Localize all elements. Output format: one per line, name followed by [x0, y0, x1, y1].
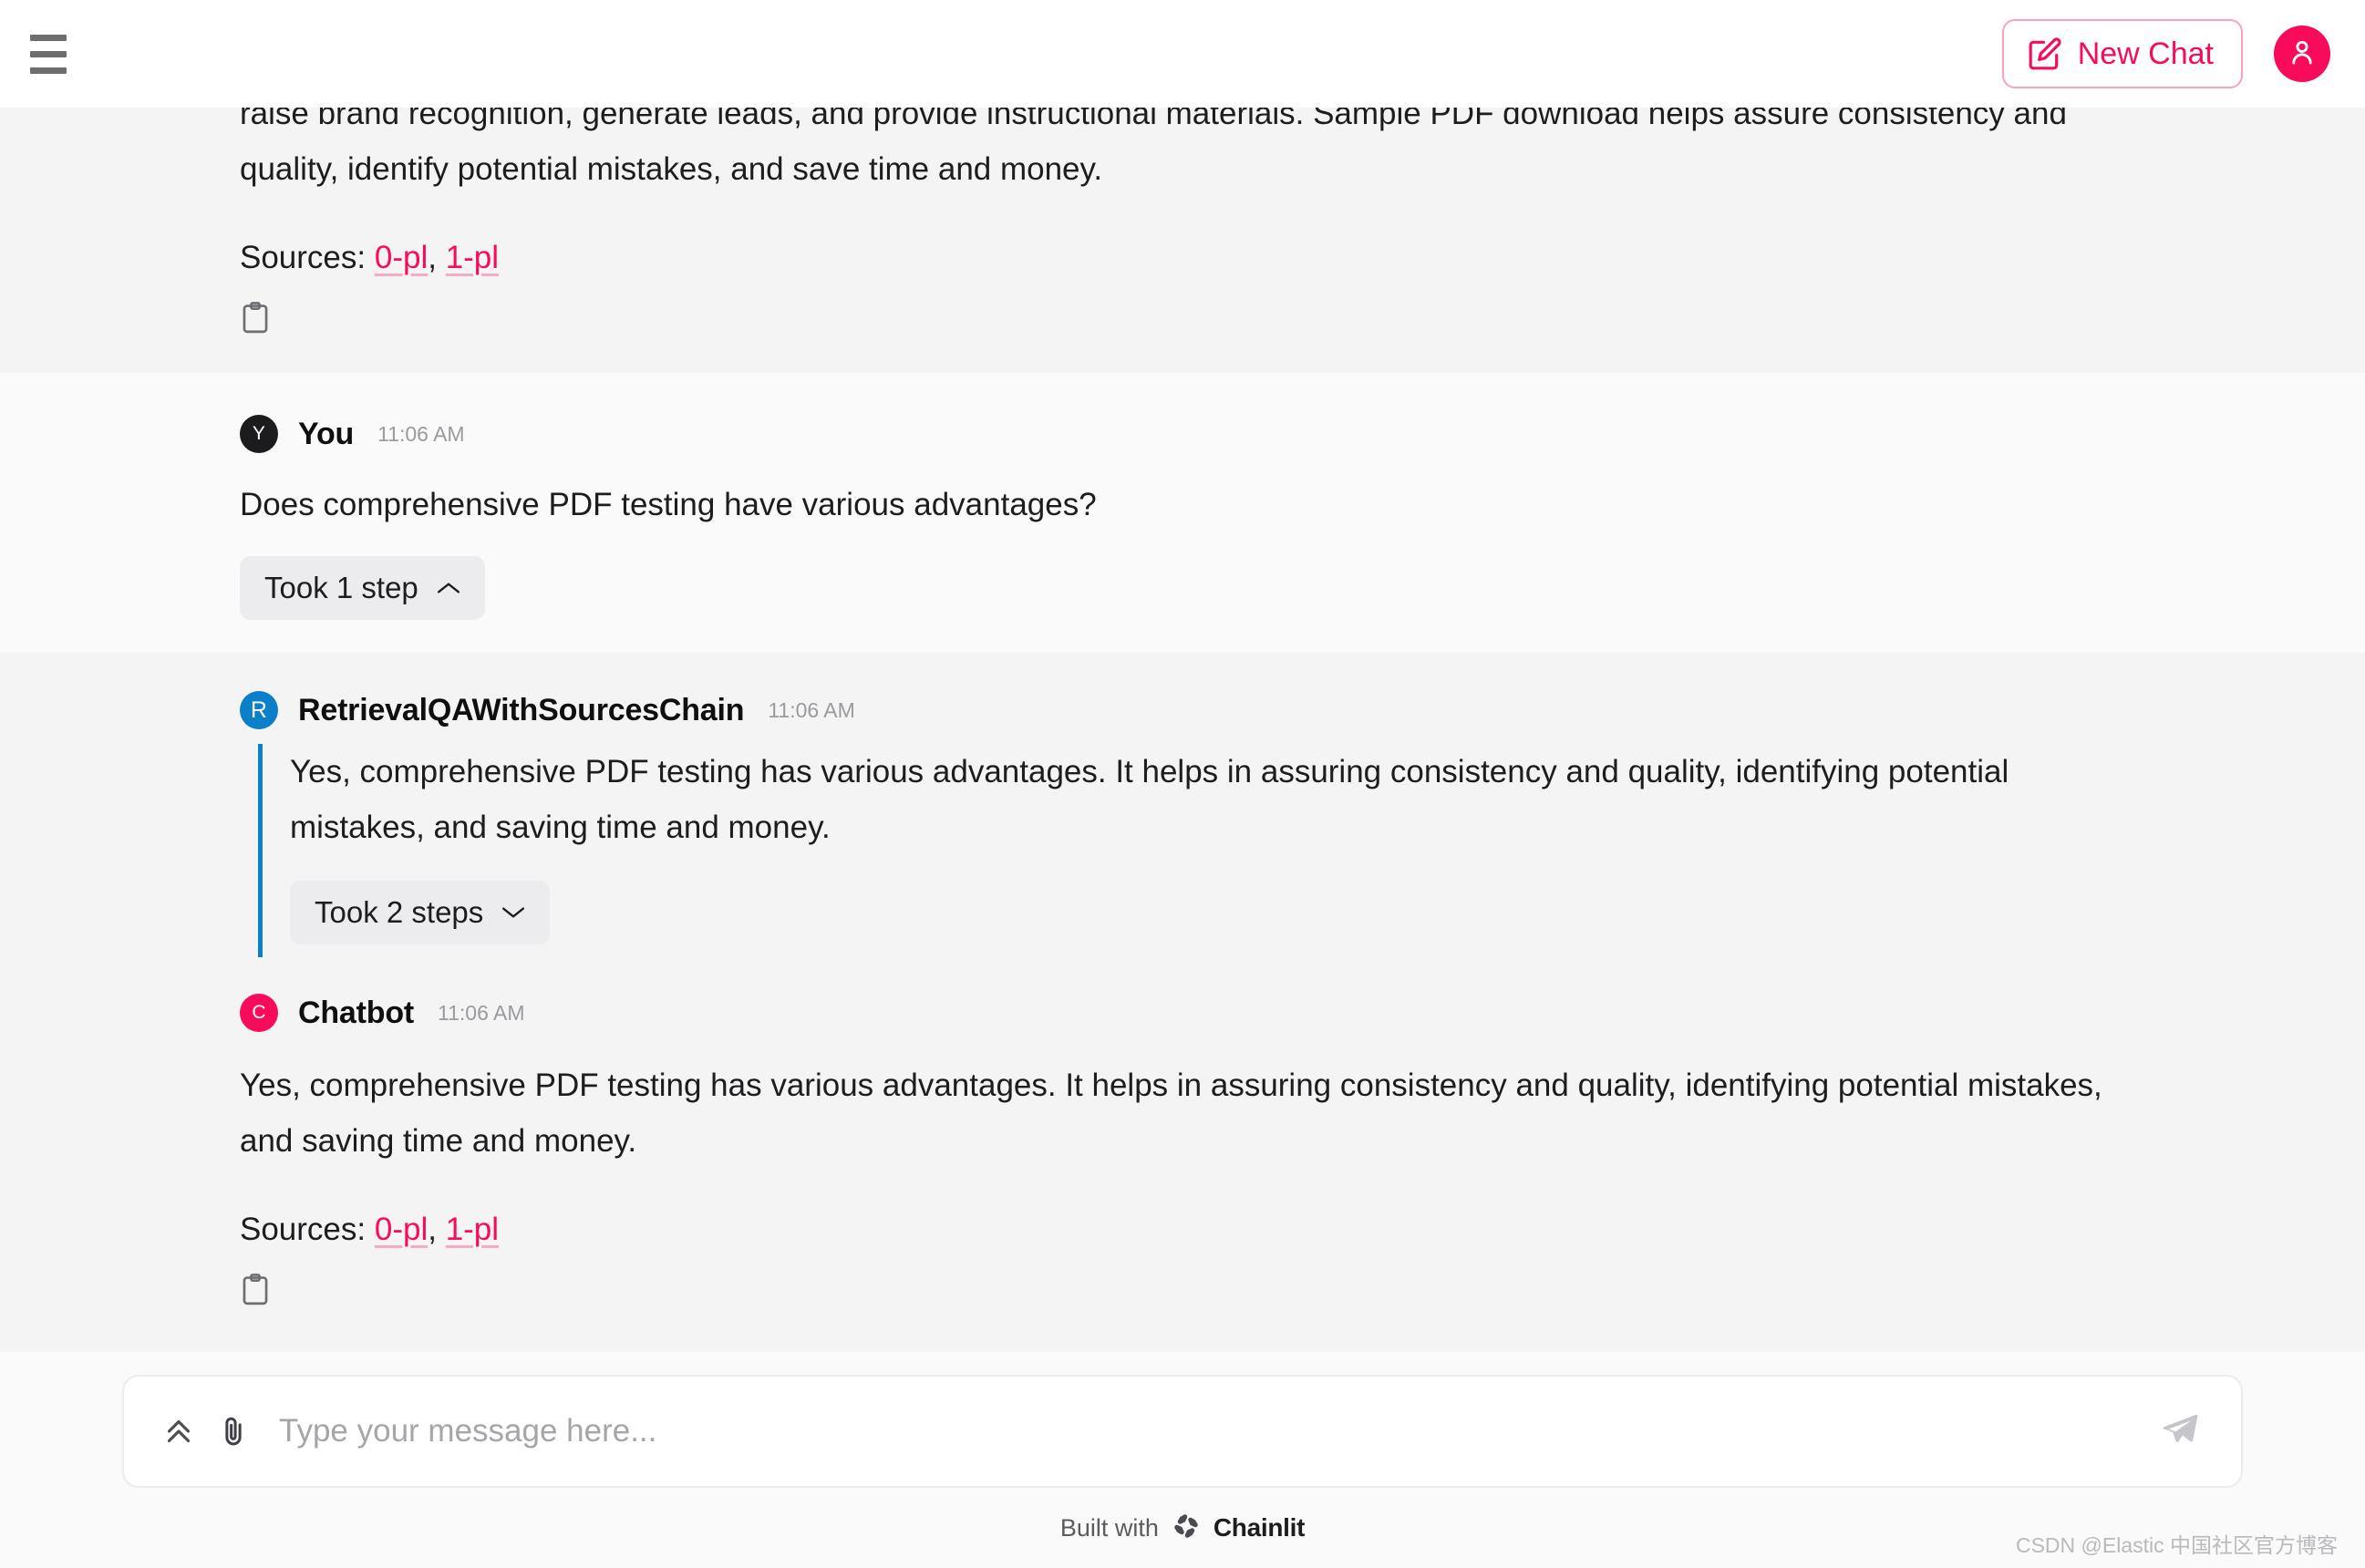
chatbot-author-row: C Chatbot 11:06 AM — [240, 994, 2112, 1032]
source-link-0[interactable]: 0-pl — [375, 1212, 428, 1247]
message-inner: Y You 11:06 AM Does comprehensive PDF te… — [152, 415, 2213, 620]
message-block-clipped: raise brand recognition, generate leads,… — [0, 108, 2365, 373]
avatar: R — [240, 691, 278, 729]
source-link-1[interactable]: 1-pl — [446, 240, 499, 275]
message-composer — [122, 1375, 2243, 1488]
step-toggle-took-2-steps[interactable]: Took 2 steps — [290, 881, 551, 944]
message-timestamp: 11:06 AM — [768, 697, 855, 722]
sources-separator: , — [428, 240, 446, 275]
source-link-1[interactable]: 1-pl — [446, 1212, 499, 1247]
app-footer: Built with Chainlit — [0, 1488, 2365, 1568]
message-inner: R RetrievalQAWithSourcesChain 11:06 AM Y… — [152, 691, 2213, 957]
composer-area — [0, 1375, 2365, 1488]
clipboard-copy-icon[interactable] — [240, 1273, 271, 1307]
message-block-chatbot: C Chatbot 11:06 AM Yes, comprehensive PD… — [0, 957, 2365, 1352]
sources-line: Sources: 0-pl, 1-pl — [240, 1202, 2112, 1257]
send-button[interactable] — [2152, 1403, 2208, 1460]
user-avatar-button[interactable] — [2274, 26, 2330, 82]
avatar-initial: R — [250, 696, 268, 723]
watermark: CSDN @Elastic 中国社区官方博客 — [2015, 1533, 2338, 1557]
chatbot-message-text: Yes, comprehensive PDF testing has vario… — [240, 1068, 2102, 1159]
avatar: Y — [240, 415, 278, 453]
chainlit-logo-icon — [1172, 1511, 1201, 1545]
paperclip-icon[interactable] — [206, 1404, 261, 1459]
user-author-row: Y You 11:06 AM — [240, 415, 2112, 453]
retrieval-author-row: R RetrievalQAWithSourcesChain 11:06 AM — [240, 691, 2112, 729]
conversation-scroll-area[interactable]: raise brand recognition, generate leads,… — [0, 108, 2365, 1375]
clipped-message-text: raise brand recognition, generate leads,… — [240, 108, 2067, 187]
author-name: RetrievalQAWithSourcesChain — [298, 692, 745, 727]
retrieval-body: Yes, comprehensive PDF testing has vario… — [258, 744, 2112, 957]
message-block-user: Y You 11:06 AM Does comprehensive PDF te… — [0, 373, 2365, 653]
chainlit-brand-label: Chainlit — [1213, 1513, 1306, 1542]
chevron-down-icon — [501, 905, 525, 920]
copy-icon-row — [240, 1273, 2112, 1312]
source-link-0[interactable]: 0-pl — [375, 240, 428, 275]
sources-line: Sources: 0-pl, 1-pl — [240, 230, 2112, 285]
built-with-label: Built with — [1059, 1513, 1159, 1542]
step-chip-label: Took 1 step — [264, 571, 418, 604]
retrieval-message-text: Yes, comprehensive PDF testing has vario… — [290, 754, 2009, 845]
step-chip-label: Took 2 steps — [315, 895, 484, 929]
hamburger-menu-icon[interactable] — [20, 26, 77, 82]
message-block-retrieval: R RetrievalQAWithSourcesChain 11:06 AM Y… — [0, 653, 2365, 957]
message-inner: C Chatbot 11:06 AM Yes, comprehensive PD… — [152, 994, 2213, 1312]
sources-separator: , — [428, 1212, 446, 1247]
message-input[interactable] — [261, 1377, 2152, 1486]
avatar-initial: Y — [252, 423, 266, 444]
message-timestamp: 11:06 AM — [377, 421, 465, 446]
user-icon — [2287, 36, 2318, 72]
message-inner: raise brand recognition, generate leads,… — [152, 108, 2213, 340]
user-message-text: Does comprehensive PDF testing have vari… — [240, 487, 1097, 522]
sources-label: Sources: — [240, 1212, 367, 1247]
hamburger-bar — [30, 67, 67, 74]
new-chat-label: New Chat — [2077, 36, 2214, 71]
avatar-initial: C — [252, 1002, 266, 1023]
send-plane-icon — [2160, 1409, 2200, 1454]
copy-icon-row — [240, 301, 2112, 340]
hamburger-bar — [30, 34, 67, 41]
chainlit-chat-app: New Chat raise brand recognition, genera… — [0, 0, 2365, 1568]
app-header: New Chat — [0, 0, 2365, 108]
clipboard-copy-icon[interactable] — [240, 301, 271, 335]
avatar: C — [240, 994, 278, 1032]
new-chat-button[interactable]: New Chat — [2001, 19, 2243, 88]
author-name: Chatbot — [298, 995, 415, 1030]
message-timestamp: 11:06 AM — [438, 1000, 525, 1025]
double-chevron-up-icon[interactable] — [151, 1404, 206, 1459]
hamburger-bar — [30, 50, 67, 57]
edit-square-icon — [2028, 36, 2062, 71]
step-toggle-took-1-step[interactable]: Took 1 step — [240, 556, 485, 620]
chevron-up-icon — [437, 581, 460, 595]
author-name: You — [298, 416, 355, 451]
sources-label: Sources: — [240, 240, 367, 275]
